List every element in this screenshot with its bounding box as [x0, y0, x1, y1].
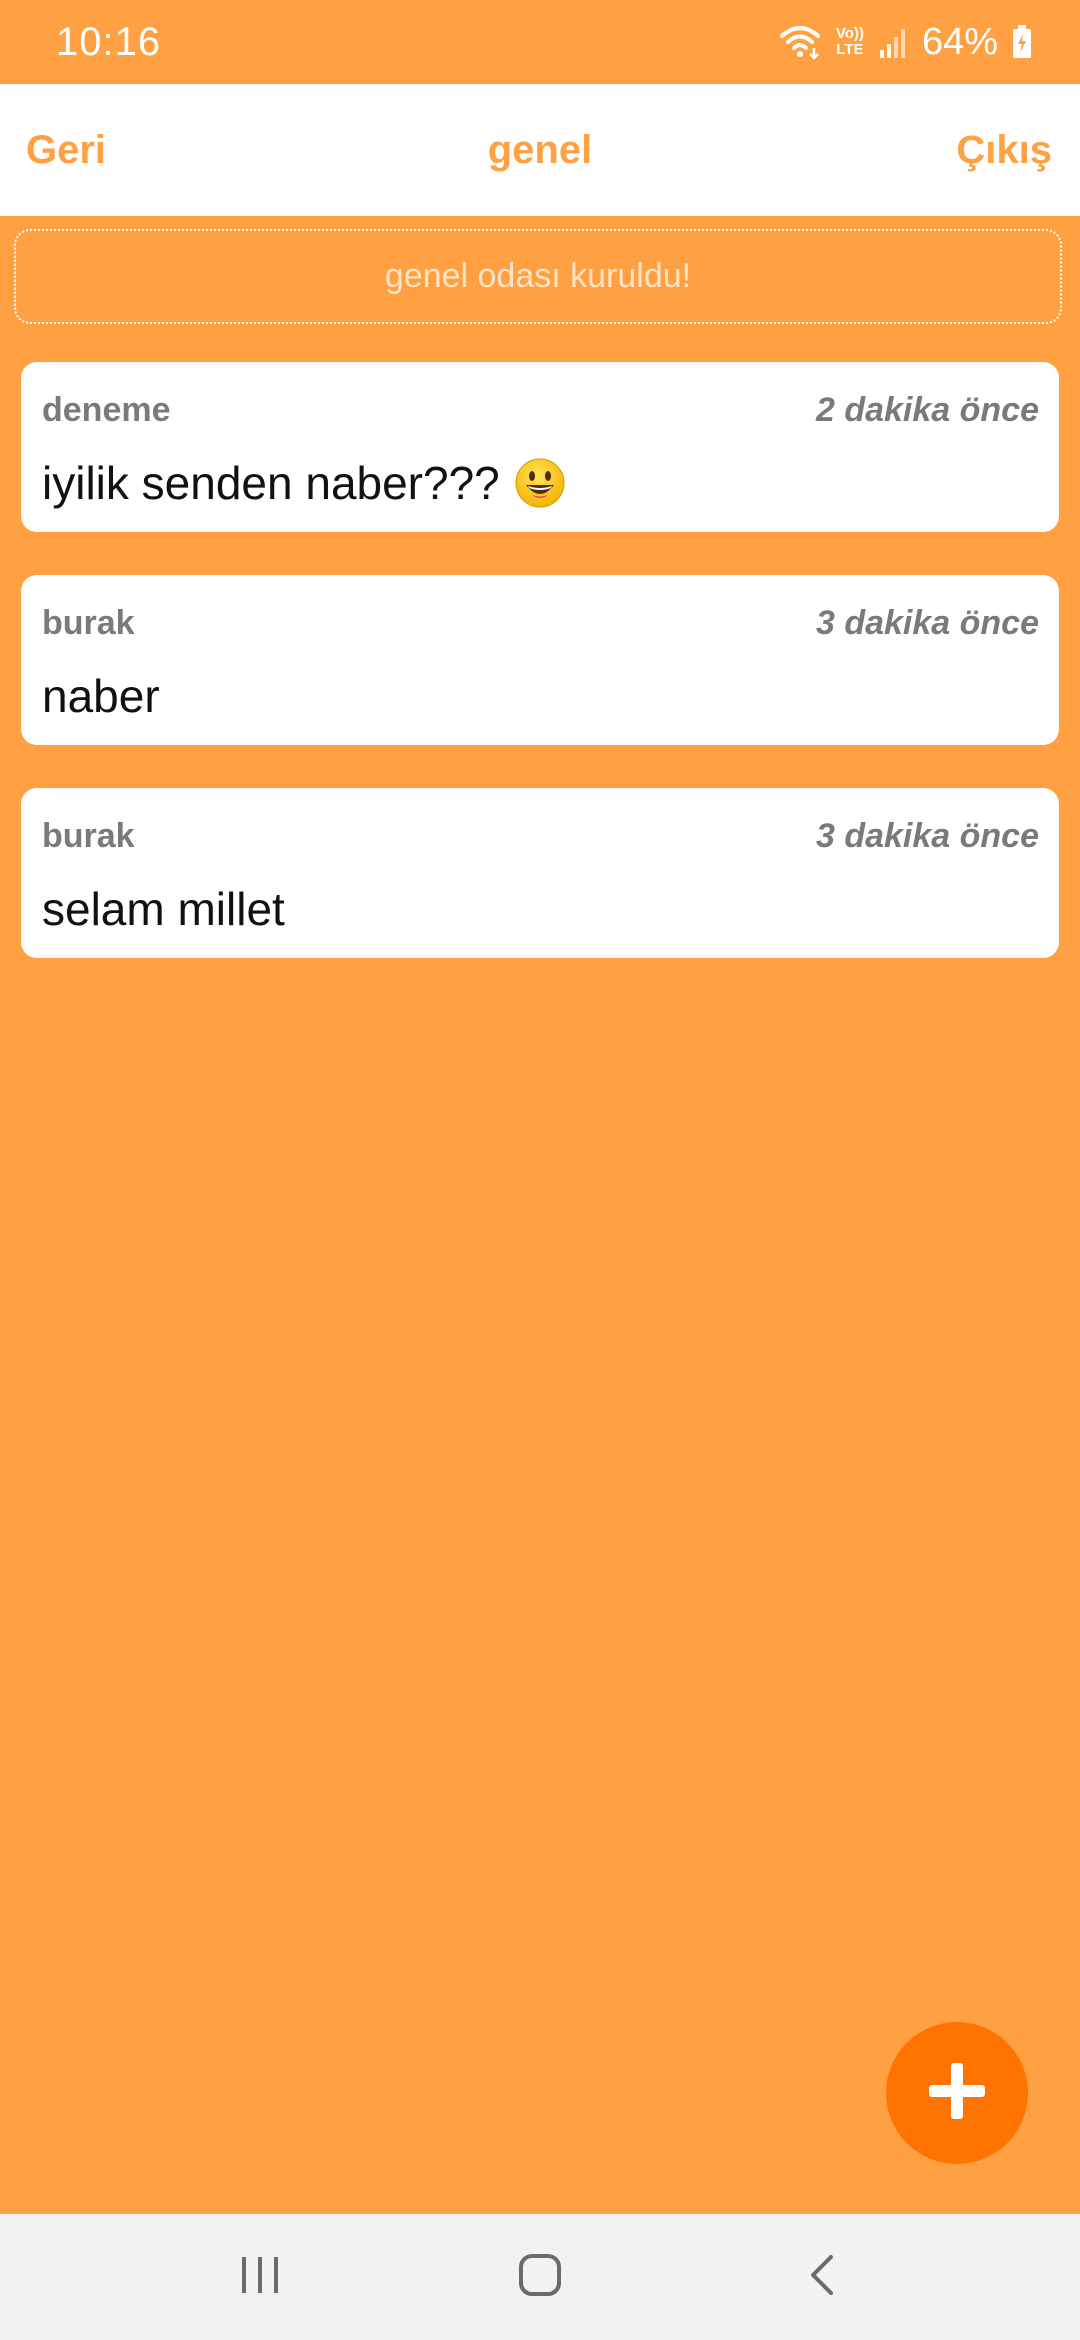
room-created-notice: genel odası kuruldu! [14, 229, 1062, 324]
message-author: deneme [42, 391, 171, 429]
message-time: 2 dakika önce [815, 391, 1039, 429]
status-bar: 10:16 Vo)) LTE 64% [0, 0, 1080, 84]
home-button[interactable] [480, 2214, 600, 2340]
message-text: naber [42, 670, 160, 722]
new-message-button[interactable] [886, 2022, 1028, 2164]
message-card[interactable]: deneme 2 dakika önce iyilik senden naber… [21, 362, 1059, 532]
status-time: 10:16 [56, 20, 162, 64]
message-list: deneme 2 dakika önce iyilik senden naber… [21, 362, 1059, 1001]
room-title: genel [487, 128, 593, 172]
message-card[interactable]: burak 3 dakika önce naber [21, 575, 1059, 745]
message-text: selam millet [42, 883, 285, 935]
volte-top-label: Vo)) [835, 25, 864, 42]
volte-bottom-label: LTE [836, 41, 864, 58]
volte-icon: Vo)) LTE [836, 26, 864, 58]
message-time: 3 dakika önce [815, 817, 1039, 855]
grinning-face-icon [514, 457, 566, 509]
nav-back-button[interactable] [762, 2214, 882, 2340]
exit-button[interactable]: Çıkış [956, 126, 1052, 174]
message-text-row: iyilik senden naber??? [42, 456, 566, 510]
top-header: Geri genel Çıkış [0, 84, 1080, 216]
home-icon [518, 2253, 562, 2302]
message-text-row: naber [42, 669, 160, 723]
battery-icon [1012, 25, 1032, 59]
plus-icon [925, 2059, 989, 2128]
wifi-icon [778, 24, 822, 60]
signal-icon [878, 26, 908, 58]
battery-percent: 64% [921, 21, 998, 63]
recent-apps-button[interactable] [200, 2214, 320, 2340]
message-time: 3 dakika önce [815, 604, 1039, 642]
message-author: burak [42, 604, 135, 642]
back-icon [807, 2253, 837, 2302]
message-text: iyilik senden naber??? [42, 457, 500, 509]
message-card[interactable]: burak 3 dakika önce selam millet [21, 788, 1059, 958]
message-author: burak [42, 817, 135, 855]
message-text-row: selam millet [42, 882, 285, 936]
status-icons: Vo)) LTE 64% [778, 18, 1032, 66]
recent-apps-icon [238, 2255, 282, 2300]
system-nav-bar [0, 2214, 1080, 2340]
